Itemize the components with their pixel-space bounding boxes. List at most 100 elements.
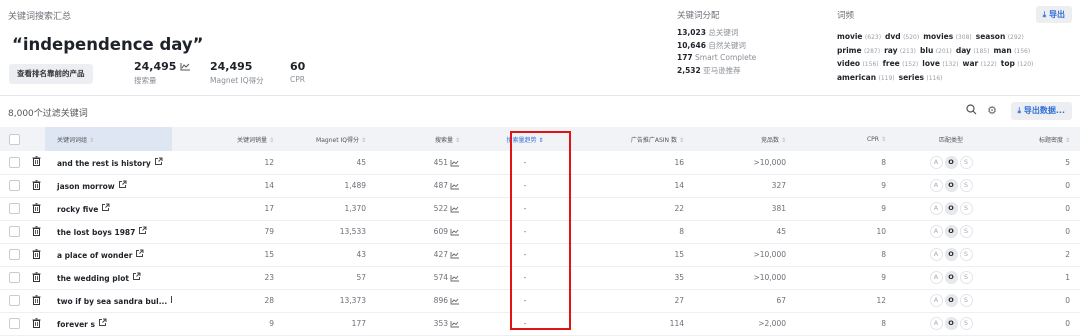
row-checkbox[interactable]	[0, 289, 28, 313]
keyword-text[interactable]: two if by sea sandra bul...	[57, 297, 167, 306]
external-link-icon[interactable]	[138, 226, 147, 237]
trend-chart-icon[interactable]	[450, 228, 460, 236]
keyword-text[interactable]: the lost boys 1987	[57, 228, 135, 237]
row-checkbox[interactable]	[0, 243, 28, 267]
trend-chart-icon[interactable]	[450, 159, 460, 167]
search-icon[interactable]	[964, 104, 978, 118]
frequency-word[interactable]: top (120)	[1001, 59, 1034, 68]
frequency-word[interactable]: love (132)	[922, 59, 958, 68]
trash-icon[interactable]	[28, 243, 45, 267]
table-header: 关键词词组 ⇕ 关键词销量 ⇕ Magnet IQ得分 ⇕ 搜索量 ⇕ 搜索量趋势 ⇕ 广…	[0, 127, 1080, 151]
trash-icon[interactable]	[28, 174, 45, 198]
frequency-word[interactable]: blu (201)	[920, 46, 952, 55]
external-link-icon[interactable]	[118, 180, 127, 191]
trend-chart-icon[interactable]	[450, 251, 460, 259]
trash-icon[interactable]	[28, 220, 45, 244]
match-type-1[interactable]: O	[944, 202, 958, 215]
match-type-0[interactable]: A	[929, 155, 943, 169]
trash-icon[interactable]	[28, 197, 45, 221]
match-type-0[interactable]: A	[929, 271, 943, 284]
header-competing-products[interactable]: 竞品数 ⇕	[694, 127, 796, 151]
match-type-1[interactable]: O	[944, 155, 958, 169]
match-type-0[interactable]: A	[929, 225, 943, 238]
row-checkbox[interactable]	[0, 266, 28, 290]
frequency-word[interactable]: dvd (520)	[885, 32, 919, 41]
frequency-word[interactable]: free (152)	[883, 59, 919, 68]
header-iq[interactable]: Magnet IQ得分 ⇕	[284, 127, 376, 151]
external-link-icon[interactable]	[98, 318, 107, 329]
row-checkbox[interactable]	[0, 220, 28, 244]
match-type-1[interactable]: O	[944, 179, 958, 192]
match-type-2[interactable]: S	[959, 155, 973, 169]
match-type-2[interactable]: S	[959, 248, 973, 261]
header-sponsored-asin[interactable]: 广告推广ASIN 数 ⇕	[580, 127, 694, 151]
gear-icon[interactable]: ⚙	[985, 104, 999, 118]
match-type-2[interactable]: S	[959, 317, 973, 330]
match-type-2[interactable]: S	[959, 271, 973, 284]
keyword-text[interactable]: jason morrow	[57, 182, 115, 191]
frequency-word[interactable]: ray (213)	[884, 46, 916, 55]
frequency-word[interactable]: man (156)	[993, 46, 1030, 55]
select-all-checkbox[interactable]	[0, 127, 28, 151]
external-link-icon[interactable]	[132, 272, 141, 283]
sponsored-asin-cell: 22	[580, 197, 694, 221]
header-sales[interactable]: 关键词销量 ⇕	[172, 127, 284, 151]
keyword-text[interactable]: a place of wonder	[57, 251, 132, 260]
frequency-word[interactable]: series (116)	[899, 73, 943, 82]
match-type-2[interactable]: S	[959, 179, 973, 192]
frequency-row: prime (287) ray (213) blu (201) day (185) ma…	[837, 45, 1069, 59]
row-checkbox[interactable]	[0, 151, 28, 175]
header-title-density[interactable]: 标题密度 ⇕	[1006, 127, 1080, 151]
match-type-0[interactable]: A	[929, 317, 943, 330]
top-products-button[interactable]: 查看排名靠前的产品	[9, 64, 93, 84]
export-button[interactable]: ⤓ 导出	[1035, 6, 1072, 23]
trash-icon[interactable]	[28, 289, 45, 313]
frequency-word[interactable]: movies (308)	[923, 32, 972, 41]
frequency-word[interactable]: season (292)	[976, 32, 1024, 41]
header-cpr[interactable]: CPR ⇕	[796, 127, 896, 151]
row-checkbox[interactable]	[0, 174, 28, 198]
trend-chart-icon[interactable]	[180, 62, 191, 71]
match-type-0[interactable]: A	[929, 202, 943, 215]
trend-chart-icon[interactable]	[450, 205, 460, 213]
match-type-1[interactable]: O	[944, 317, 958, 330]
match-type-0[interactable]: A	[929, 248, 943, 261]
match-type-0[interactable]: A	[929, 294, 943, 307]
trash-icon[interactable]	[28, 266, 45, 290]
external-link-icon[interactable]	[135, 249, 144, 260]
external-link-icon[interactable]	[101, 203, 110, 214]
export-data-button[interactable]: ⤓ 导出数据...	[1010, 102, 1072, 120]
keyword-text[interactable]: and the rest is history	[57, 159, 151, 168]
match-type-1[interactable]: O	[944, 271, 958, 284]
match-type-0[interactable]: A	[929, 179, 943, 192]
external-link-icon[interactable]	[170, 296, 172, 306]
header-volume-trend[interactable]: 搜索量趋势 ⇕	[470, 127, 580, 151]
keyword-text[interactable]: rocky five	[57, 205, 98, 214]
match-type-1[interactable]: O	[944, 248, 958, 261]
frequency-word[interactable]: day (185)	[956, 46, 990, 55]
trend-chart-icon[interactable]	[450, 182, 460, 190]
match-type-1[interactable]: O	[944, 294, 958, 307]
row-checkbox[interactable]	[0, 312, 28, 336]
frequency-word[interactable]: american (119)	[837, 73, 895, 82]
trend-chart-icon[interactable]	[450, 320, 460, 328]
frequency-word[interactable]: video (156)	[837, 59, 879, 68]
header-volume[interactable]: 搜索量 ⇕	[376, 127, 470, 151]
trend-chart-icon[interactable]	[450, 297, 460, 305]
trash-icon[interactable]	[28, 312, 45, 336]
keyword-text[interactable]: forever s	[57, 320, 95, 329]
match-type-2[interactable]: S	[959, 225, 973, 238]
frequency-word[interactable]: war (122)	[963, 59, 997, 68]
match-type-1[interactable]: O	[944, 225, 958, 238]
keyword-text[interactable]: the wedding plot	[57, 274, 129, 283]
header-keyword[interactable]: 关键词词组 ⇕	[45, 127, 172, 151]
trend-chart-icon[interactable]	[450, 274, 460, 282]
frequency-word[interactable]: prime (287)	[837, 46, 880, 55]
trash-icon[interactable]	[28, 151, 45, 175]
row-checkbox[interactable]	[0, 197, 28, 221]
match-type-2[interactable]: S	[959, 294, 973, 307]
frequency-word[interactable]: movie (623)	[837, 32, 881, 41]
match-type-2[interactable]: S	[959, 202, 973, 215]
external-link-icon[interactable]	[154, 157, 163, 168]
distribution-title: 关键词分配	[677, 11, 720, 21]
